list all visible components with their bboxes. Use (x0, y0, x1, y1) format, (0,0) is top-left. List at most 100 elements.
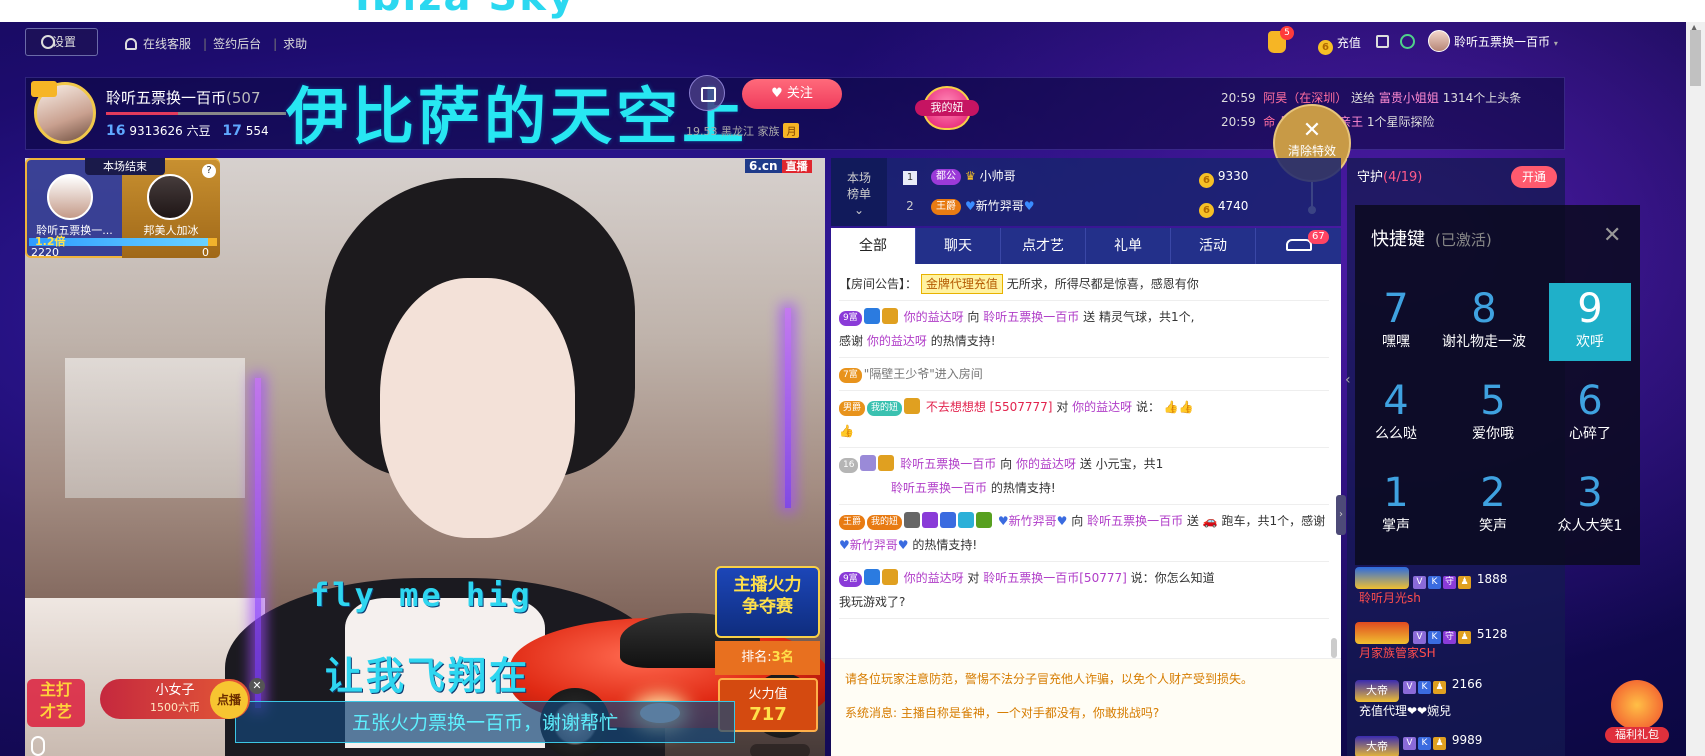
chat-messages[interactable]: 【房间公告】： 金牌代理充值 无所求，所得尽都是惊喜，感恩有你 9富 你的益达呀… (839, 268, 1329, 656)
anchor-room-id: (507 (226, 89, 261, 107)
live-video[interactable]: 本场结束 ? 聆听五票换一... 邦美人加冰 1.2倍 2220 0 6.cn 直… (25, 158, 825, 756)
list-item: 9富 你的益达呀 对 聆听五票换一百币[50777] 说：你怎么知道 我玩游戏了? (839, 562, 1329, 619)
tab-talent[interactable]: 点才艺 (1001, 228, 1086, 264)
pk-left-score: 2220 (31, 246, 59, 259)
tab-cars[interactable]: 67 (1256, 228, 1341, 264)
anchor-face (380, 278, 575, 538)
pk-right-avatar[interactable] (147, 174, 193, 220)
rank-name: 新竹羿哥 (975, 199, 1024, 213)
room-window (65, 358, 245, 498)
link-sign-backend[interactable]: 签约后台 (213, 37, 261, 51)
guard-item[interactable]: 大帝 V K ♟ 9989 (1355, 733, 1482, 756)
user-menu[interactable]: 聆听五票换一百币 ▾ (1428, 30, 1558, 52)
edit-icon[interactable] (1376, 35, 1389, 48)
broadcast-item[interactable]: 20:59 阿昊（在深圳） 送给 富贵小姐姐 1314个上头条 (1221, 86, 1581, 110)
shortcut-key-9[interactable]: 9 欢呼 (1549, 283, 1631, 361)
shortcut-panel: 快捷键 (已激活) ✕ 7 嘿嘿 8 谢礼物走一波 9 欢呼 4 么么哒 5 爱你哦 6 心碎… (1355, 205, 1640, 565)
shortcut-key-5[interactable]: 5 爱你哦 (1452, 375, 1534, 453)
coin-icon: 6 (1199, 203, 1214, 218)
link-support[interactable]: 在线客服 (143, 37, 191, 51)
anchor-avatar[interactable] (31, 81, 96, 144)
microphone-icon[interactable] (31, 736, 45, 756)
avatar (1428, 30, 1450, 52)
car-icon (1285, 239, 1312, 251)
chevron-left-icon[interactable]: ‹ (1345, 372, 1351, 388)
ranklist-header[interactable]: 本场 榜单 ⌄ (831, 158, 887, 226)
close-icon: ✕ (1302, 118, 1322, 143)
coin-icon: 6 (1318, 40, 1333, 55)
recharge-button[interactable]: 6 充值 (1318, 34, 1361, 55)
carousel-dots[interactable] (750, 744, 810, 756)
guard-item[interactable]: 大帝 V K ♟ 2166 充值代理❤❤婉兒 (1355, 677, 1482, 719)
notice-line: 请各位玩家注意防范，警惕不法分子冒充他人诈骗，以免个人财产受到损失。 (845, 672, 1254, 686)
rank-number: 2 (906, 199, 914, 213)
pk-panel[interactable]: 本场结束 ? 聆听五票换一... 邦美人加冰 1.2倍 2220 0 (25, 158, 220, 259)
shortcut-key-7[interactable]: 7 嘿嘿 (1355, 283, 1437, 361)
chat-panel: 全部 聊天 点才艺 礼单 活动 67 【房间公告】： 金牌代理充值 无所求，所得… (831, 228, 1341, 756)
tab-gifts[interactable]: 礼单 (1086, 228, 1171, 264)
chat-scrollbar[interactable] (1331, 638, 1337, 658)
top-bar: 设置 在线客服 | 签约后台 | 求助 5 6 充值 聆听五票换一百币 ▾ (0, 22, 1705, 64)
rank-score: 9330 (1217, 169, 1249, 183)
close-icon[interactable]: ✕ (249, 678, 265, 694)
gift-icon (1611, 680, 1663, 730)
help-icon[interactable]: ? (202, 164, 216, 178)
page-scrollbar[interactable]: ▲ (1686, 22, 1705, 756)
scroll-thumb[interactable] (1690, 30, 1701, 86)
open-guard-button[interactable]: 开通 (1511, 166, 1557, 188)
anchor-level: 16 (106, 123, 126, 139)
rank-name: 小帅哥 (979, 169, 1016, 183)
anchor-stats: 16 9313626 六豆 17 554 (106, 122, 269, 139)
shortcut-key-4[interactable]: 4 么么哒 (1355, 375, 1437, 453)
guard-item[interactable]: V K 守 ♟ 5128 月家族管家SH (1355, 622, 1507, 661)
shortcut-key-1[interactable]: 1 掌声 (1355, 467, 1437, 545)
pk-left-avatar[interactable] (47, 174, 93, 220)
rank-badge: 都公 (931, 169, 961, 185)
verified-icon[interactable] (1400, 34, 1415, 49)
rank-row[interactable]: 1 都公 ♛ 小帅哥 6 9330 (891, 162, 1331, 190)
recharge-label: 充值 (1336, 36, 1361, 50)
close-icon[interactable]: ✕ (1603, 223, 1621, 248)
gift-pack-button[interactable]: 福利礼包 (1605, 680, 1669, 756)
glow-effect (255, 378, 261, 708)
bag-icon[interactable]: 5 (1268, 26, 1294, 53)
follow-button[interactable]: ♥ 关注 (742, 79, 842, 109)
notice-line: 系统消息: 主播自称是雀神，一个对手都没有，你敢挑战吗? (845, 706, 1160, 720)
chevron-down-icon: ▾ (1553, 39, 1558, 48)
song-request-bar: 主打 才艺 五张火力票换一百币，谢谢帮忙 小女子 1500六币 点播 ✕ (25, 661, 825, 756)
anchor-extra: 554 (245, 124, 269, 138)
guard-item[interactable]: V K 守 ♟ 1888 聆听月光sh (1355, 567, 1507, 606)
live-tag: 直播 (781, 160, 812, 173)
tab-activity[interactable]: 活动 (1171, 228, 1256, 264)
pk-right-name: 邦美人加冰 (143, 224, 199, 237)
song-play-button[interactable]: 点播 (210, 681, 248, 719)
shortcut-key-6[interactable]: 6 心碎了 (1549, 375, 1631, 453)
list-item: 男爵 我的妞 不去想想想 [5507777] 对 你的益达呀 说： 👍👍 👍 (839, 391, 1329, 448)
notice-tag[interactable]: 金牌代理充值 (920, 274, 1003, 294)
shortcut-key-2[interactable]: 2 笑声 (1452, 467, 1534, 545)
tab-all[interactable]: 全部 (831, 228, 916, 264)
tab-chat[interactable]: 聊天 (916, 228, 1001, 264)
page-top-strip: Ibiza Sky (0, 0, 1705, 22)
anchor-sub-tags: 19.53 黑龙江 家族月 (686, 123, 800, 139)
share-button[interactable] (689, 75, 725, 111)
shortcut-key-8[interactable]: 8 谢礼物走一波 (1434, 283, 1534, 361)
sub-tags-text: 19.53 黑龙江 家族 (686, 125, 780, 138)
rank-row[interactable]: 2 王爵 ♥新竹羿哥♥ 6 4740 (891, 192, 1331, 220)
settings-label: 设置 (52, 35, 77, 49)
cars-count: 67 (1308, 230, 1329, 244)
rank-badge: 王爵 (931, 199, 961, 215)
gift-pack-label: 福利礼包 (1605, 727, 1669, 743)
chevron-down-icon: ⌄ (853, 203, 865, 217)
rank-score: 4740 (1217, 199, 1249, 213)
shortcut-key-3[interactable]: 3 众人大笑1 (1549, 467, 1631, 545)
guard-title: 守护(4/19) (1357, 170, 1423, 185)
live-brand-tag: 6.cn 直播 (745, 158, 825, 176)
settings-button[interactable]: 设置 (25, 28, 98, 56)
link-help[interactable]: 求助 (283, 37, 307, 51)
anchor-fans: 9313626 六豆 (129, 124, 211, 138)
list-item: 9富 你的益达呀 向 聆听五票换一百币 送 精灵气球，共1个, 感谢 你的益达呀… (839, 301, 1329, 358)
mygirl-badge[interactable]: 我的妞 (911, 86, 985, 136)
collapse-arrow-icon[interactable]: › (1336, 495, 1346, 535)
anchor-level-tag (31, 81, 57, 97)
